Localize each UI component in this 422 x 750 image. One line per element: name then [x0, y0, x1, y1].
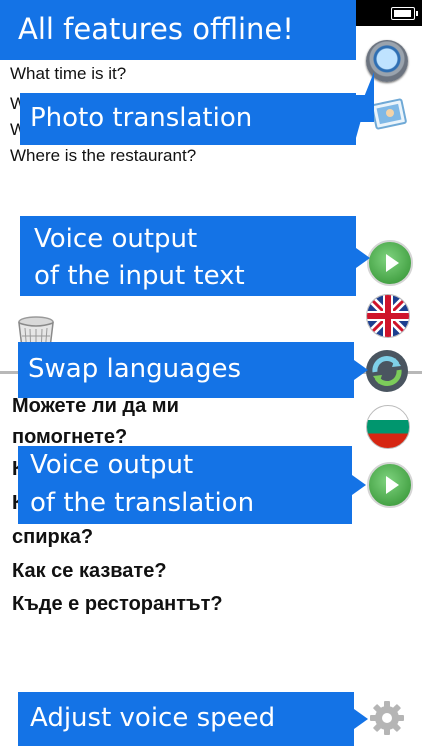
play-input-icon[interactable]: [367, 240, 413, 286]
input-line-1[interactable]: What time is it?: [10, 64, 126, 84]
uk-flag-icon[interactable]: [366, 294, 410, 338]
photo-icon[interactable]: [368, 96, 410, 134]
callout-voice-input-pointer: [356, 248, 370, 268]
gear-icon[interactable]: [369, 700, 405, 736]
play-translation-icon[interactable]: [367, 462, 413, 508]
swap-icon[interactable]: [366, 350, 408, 392]
callout-voice-speed: Adjust voice speed: [18, 692, 354, 746]
callout-voice-translation-pointer: [352, 475, 366, 495]
status-bar: [355, 0, 422, 26]
input-line-4[interactable]: Where is the restaurant?: [10, 146, 196, 166]
output-line-1: Можете ли да ми: [12, 395, 179, 417]
battery-charging-icon: [391, 7, 418, 20]
callout-voice-translation: Voice output of the translation: [18, 446, 352, 524]
output-line-6: Как се казвате?: [12, 560, 167, 582]
callout-voice-input: Voice output of the input text: [20, 216, 356, 296]
callout-offline: All features offline!: [0, 0, 356, 60]
callout-swap-languages: Swap languages: [18, 342, 354, 398]
bulgaria-flag-icon[interactable]: [366, 405, 410, 449]
callout-speed-pointer: [354, 709, 368, 729]
callout-photo-translation: Photo translation: [20, 93, 356, 145]
callout-photo-pointer-tip: [354, 72, 374, 122]
output-line-5: спирка?: [12, 526, 94, 548]
callout-swap-pointer: [354, 360, 368, 380]
output-line-7: Къде е ресторантът?: [12, 593, 223, 615]
